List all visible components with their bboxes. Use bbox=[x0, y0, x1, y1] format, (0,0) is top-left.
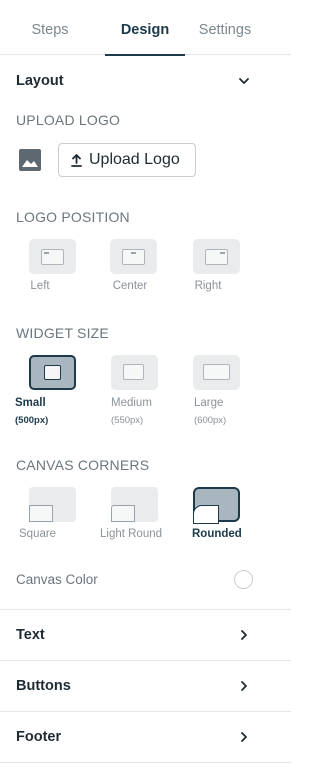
logo-position-right-thumb bbox=[193, 239, 240, 274]
widget-size-small-label: Small bbox=[15, 397, 46, 409]
canvas-corners-light-round-thumb bbox=[111, 487, 158, 522]
canvas-corners-square-thumb bbox=[29, 487, 76, 522]
chevron-right-icon bbox=[241, 732, 247, 742]
layout-section-label: Layout bbox=[16, 73, 64, 89]
canvas-corners-rounded-label: Rounded bbox=[192, 528, 242, 540]
footer-section-label: Footer bbox=[16, 729, 62, 745]
chevron-down-icon bbox=[239, 78, 249, 84]
canvas-color-label: Canvas Color bbox=[16, 572, 98, 587]
canvas-corners-light-round-label: Light Round bbox=[100, 528, 163, 540]
buttons-section-header[interactable]: Buttons bbox=[0, 661, 291, 711]
upload-logo-label: Upload Logo bbox=[89, 151, 180, 168]
widget-size-heading: WIDGET SIZE bbox=[16, 325, 109, 341]
tab-steps[interactable]: Steps bbox=[10, 0, 90, 55]
layout-section-header[interactable]: Layout bbox=[0, 56, 291, 106]
logo-position-right[interactable]: Right bbox=[178, 239, 240, 299]
widget-size-medium-sub: (550px) bbox=[111, 415, 144, 426]
widget-size-small-sub: (500px) bbox=[15, 415, 49, 426]
footer-section-header[interactable]: Footer bbox=[0, 712, 291, 762]
logo-position-center[interactable]: Center bbox=[100, 239, 160, 299]
widget-size-large[interactable]: Large (600px) bbox=[193, 355, 253, 427]
logo-position-center-thumb bbox=[110, 239, 157, 274]
text-section-header[interactable]: Text bbox=[0, 610, 291, 660]
text-section-label: Text bbox=[16, 627, 45, 643]
logo-position-left-label: Left bbox=[30, 280, 50, 292]
tab-bar: Steps Design Settings bbox=[0, 0, 291, 56]
upload-icon bbox=[71, 154, 82, 167]
chevron-right-icon bbox=[241, 630, 247, 640]
canvas-corners-square-label: Square bbox=[19, 528, 57, 540]
logo-position-left[interactable]: Left bbox=[10, 239, 76, 299]
upload-logo-heading: UPLOAD LOGO bbox=[16, 112, 121, 128]
widget-size-small[interactable]: Small (500px) bbox=[14, 355, 76, 427]
logo-position-right-label: Right bbox=[194, 280, 222, 292]
widget-size-large-sub: (600px) bbox=[194, 415, 227, 426]
logo-position-center-label: Center bbox=[112, 280, 148, 292]
buttons-section-label: Buttons bbox=[16, 678, 71, 694]
widget-size-large-thumb bbox=[193, 355, 240, 390]
tab-design-label: Design bbox=[120, 22, 170, 38]
canvas-corners-square[interactable]: Square bbox=[17, 487, 77, 547]
image-icon bbox=[19, 149, 41, 171]
widget-size-medium-thumb bbox=[111, 355, 158, 390]
canvas-corners-heading: CANVAS CORNERS bbox=[16, 457, 150, 473]
canvas-color-swatch[interactable] bbox=[234, 570, 253, 589]
canvas-corners-rounded[interactable]: Rounded bbox=[181, 487, 242, 547]
widget-size-medium-label: Medium bbox=[111, 397, 152, 409]
logo-position-left-thumb bbox=[29, 239, 76, 274]
widget-size-large-label: Large bbox=[194, 397, 224, 409]
canvas-corners-light-round[interactable]: Light Round bbox=[100, 487, 163, 547]
canvas-corners-rounded-thumb bbox=[193, 487, 240, 524]
chevron-right-icon bbox=[241, 681, 247, 691]
widget-size-medium[interactable]: Medium (550px) bbox=[110, 355, 170, 427]
logo-position-heading: LOGO POSITION bbox=[16, 209, 130, 225]
divider bbox=[0, 762, 291, 763]
widget-size-small-thumb bbox=[29, 355, 76, 390]
tab-design[interactable]: Design bbox=[105, 0, 185, 56]
upload-logo-button[interactable]: Upload Logo bbox=[58, 143, 196, 177]
tab-settings[interactable]: Settings bbox=[185, 0, 265, 55]
